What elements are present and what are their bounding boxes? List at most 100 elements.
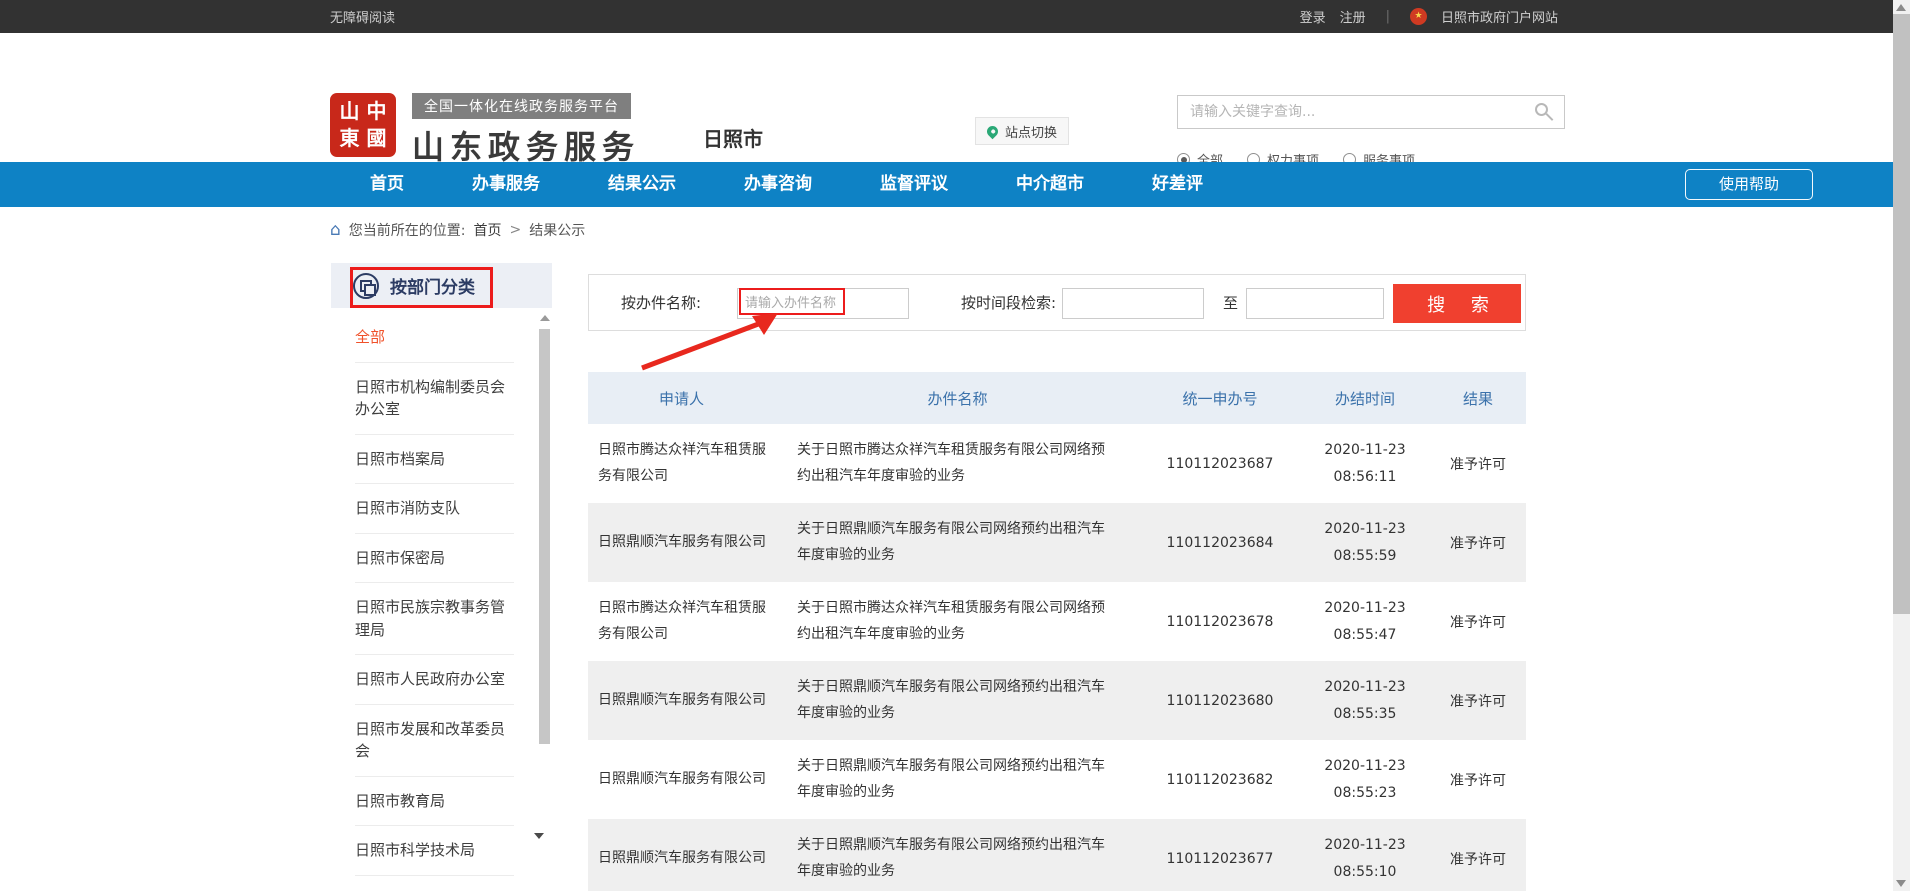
item-name-input[interactable] bbox=[737, 288, 909, 319]
table-header-row: 申请人 办件名称 统一申办号 办结时间 结果 bbox=[588, 372, 1526, 424]
login-link[interactable]: 登录 bbox=[1300, 7, 1326, 26]
nav-item[interactable]: 中介超市 bbox=[982, 162, 1118, 207]
nav-item[interactable]: 好差评 bbox=[1118, 162, 1237, 207]
nav-item[interactable]: 办事咨询 bbox=[710, 162, 846, 207]
home-icon: ⌂ bbox=[330, 222, 341, 239]
nav-item[interactable]: 监督评议 bbox=[846, 162, 982, 207]
cell-finish-time: 2020-11-23 08:55:23 bbox=[1300, 753, 1430, 806]
cell-result: 准予许可 bbox=[1430, 849, 1526, 869]
nav-item[interactable]: 首页 bbox=[336, 162, 438, 207]
cell-serial: 110112023684 bbox=[1140, 535, 1300, 551]
site-switch-button[interactable]: 站点切换 bbox=[975, 117, 1069, 145]
time-filter-label: 按时间段检索: bbox=[961, 275, 1056, 332]
search-button[interactable]: 搜 索 bbox=[1393, 284, 1521, 323]
department-item[interactable]: 日照市机构编制委员会办公室 bbox=[355, 363, 514, 435]
accessibility-link[interactable]: 无障碍阅读 bbox=[330, 7, 395, 26]
cell-result: 准予许可 bbox=[1430, 612, 1526, 632]
date-to-input[interactable] bbox=[1246, 288, 1384, 319]
top-utility-bar: 无障碍阅读 登录 注册 | 日照市政府门户网站 bbox=[0, 0, 1893, 33]
cell-serial: 110112023680 bbox=[1140, 693, 1300, 709]
page: 无障碍阅读 登录 注册 | 日照市政府门户网站 山 中 東 國 全国一体化在线政… bbox=[0, 0, 1910, 891]
cell-serial: 110112023682 bbox=[1140, 772, 1300, 788]
page-scrollbar[interactable] bbox=[1893, 0, 1910, 891]
city-name: 日照市 bbox=[703, 123, 763, 152]
table-row: 日照鼎顺汽车服务有限公司 关于日照鼎顺汽车服务有限公司网络预约出租汽车年度审验的… bbox=[588, 740, 1526, 819]
nav-item[interactable]: 办事服务 bbox=[438, 162, 574, 207]
cell-result: 准予许可 bbox=[1430, 454, 1526, 474]
cell-applicant: 日照市腾达众祥汽车租赁服务有限公司 bbox=[588, 586, 775, 658]
col-item-name: 办件名称 bbox=[775, 388, 1140, 409]
portal-link[interactable]: 日照市政府门户网站 bbox=[1441, 7, 1558, 26]
site-header: 山 中 東 國 全国一体化在线政务服务平台 山东政务服务 日照市 站点切换 全部… bbox=[0, 33, 1893, 162]
cell-item-name: 关于日照鼎顺汽车服务有限公司网络预约出租汽车年度审验的业务 bbox=[775, 823, 1140, 891]
col-serial: 统一申办号 bbox=[1140, 388, 1300, 409]
page-scroll-thumb[interactable] bbox=[1893, 14, 1910, 614]
table-body: 日照市腾达众祥汽车租赁服务有限公司 关于日照市腾达众祥汽车租赁服务有限公司网络预… bbox=[588, 424, 1526, 891]
keyword-search-input[interactable] bbox=[1178, 96, 1564, 128]
topbar-divider: | bbox=[1386, 9, 1390, 24]
result-search-form: 按办件名称: 按时间段检索: 至 搜 索 bbox=[588, 274, 1526, 331]
cell-serial: 110112023677 bbox=[1140, 851, 1300, 867]
scrollbar-up-icon[interactable] bbox=[1896, 4, 1906, 11]
department-item[interactable]: 日照市工业和信息化 bbox=[355, 876, 514, 891]
cell-finish-time: 2020-11-23 08:56:11 bbox=[1300, 437, 1430, 490]
cell-finish-time: 2020-11-23 08:55:35 bbox=[1300, 674, 1430, 727]
platform-tagline: 全国一体化在线政务服务平台 bbox=[412, 93, 631, 119]
national-emblem-icon bbox=[1410, 8, 1427, 25]
department-item[interactable]: 日照市人民政府办公室 bbox=[355, 655, 514, 705]
main-navigation: 首页 办事服务 结果公示 办事咨询 监督评议 中介超市 好差评 bbox=[0, 162, 1893, 207]
shandong-seal-logo: 山 中 東 國 bbox=[330, 93, 396, 157]
department-item[interactable]: 日照市发展和改革委员会 bbox=[355, 705, 514, 777]
table-row: 日照市腾达众祥汽车租赁服务有限公司 关于日照市腾达众祥汽车租赁服务有限公司网络预… bbox=[588, 424, 1526, 503]
scroll-up-icon[interactable] bbox=[540, 315, 550, 321]
location-pin-icon bbox=[985, 123, 1001, 139]
cell-item-name: 关于日照鼎顺汽车服务有限公司网络预约出租汽车年度审验的业务 bbox=[775, 744, 1140, 816]
results-main: 按办件名称: 按时间段检索: 至 搜 索 申请人 办件名称 统一申办号 办结时间… bbox=[588, 274, 1526, 891]
cell-serial: 110112023678 bbox=[1140, 614, 1300, 630]
department-item[interactable]: 日照市科学技术局 bbox=[355, 826, 514, 876]
department-item[interactable]: 日照市档案局 bbox=[355, 435, 514, 485]
department-category-icon bbox=[353, 273, 379, 299]
breadcrumb-separator: > bbox=[510, 222, 522, 238]
register-link[interactable]: 注册 bbox=[1340, 7, 1366, 26]
site-logo: 全国一体化在线政务服务平台 山东政务服务 bbox=[412, 93, 640, 168]
nav-item[interactable]: 结果公示 bbox=[574, 162, 710, 207]
col-finish-time: 办结时间 bbox=[1300, 388, 1430, 409]
department-item[interactable]: 全部 bbox=[355, 313, 514, 363]
cell-item-name: 关于日照市腾达众祥汽车租赁服务有限公司网络预约出租汽车年度审验的业务 bbox=[775, 428, 1140, 500]
breadcrumb-current: 结果公示 bbox=[529, 220, 585, 240]
cell-applicant: 日照鼎顺汽车服务有限公司 bbox=[588, 678, 775, 724]
cell-item-name: 关于日照鼎顺汽车服务有限公司网络预约出租汽车年度审验的业务 bbox=[775, 665, 1140, 737]
table-row: 日照鼎顺汽车服务有限公司 关于日照鼎顺汽车服务有限公司网络预约出租汽车年度审验的… bbox=[588, 819, 1526, 891]
cell-finish-time: 2020-11-23 08:55:47 bbox=[1300, 595, 1430, 648]
help-button[interactable]: 使用帮助 bbox=[1685, 169, 1813, 200]
cell-applicant: 日照鼎顺汽车服务有限公司 bbox=[588, 520, 775, 566]
breadcrumb-home-link[interactable]: 首页 bbox=[474, 220, 502, 240]
results-table: 申请人 办件名称 统一申办号 办结时间 结果 日照市腾达众祥汽车租赁服务有限公司… bbox=[588, 372, 1526, 891]
to-label: 至 bbox=[1223, 275, 1238, 332]
date-from-input[interactable] bbox=[1062, 288, 1204, 319]
department-item[interactable]: 日照市消防支队 bbox=[355, 484, 514, 534]
cell-finish-time: 2020-11-23 08:55:10 bbox=[1300, 832, 1430, 885]
keyword-search-box bbox=[1177, 95, 1565, 129]
cell-item-name: 关于日照鼎顺汽车服务有限公司网络预约出租汽车年度审验的业务 bbox=[775, 507, 1140, 579]
sidebar-scrollbar[interactable] bbox=[539, 315, 550, 875]
sidebar-title: 按部门分类 bbox=[390, 273, 475, 298]
sidebar-scroll-thumb[interactable] bbox=[539, 329, 550, 744]
scrollbar-down-icon[interactable] bbox=[1896, 880, 1906, 887]
department-item[interactable]: 日照市教育局 bbox=[355, 777, 514, 827]
breadcrumb: ⌂ 您当前所在的位置: 首页 > 结果公示 bbox=[330, 218, 585, 242]
table-row: 日照鼎顺汽车服务有限公司 关于日照鼎顺汽车服务有限公司网络预约出租汽车年度审验的… bbox=[588, 661, 1526, 740]
name-filter-label: 按办件名称: bbox=[621, 275, 701, 332]
department-item[interactable]: 日照市民族宗教事务管理局 bbox=[355, 583, 514, 655]
department-item[interactable]: 日照市保密局 bbox=[355, 534, 514, 584]
cell-finish-time: 2020-11-23 08:55:59 bbox=[1300, 516, 1430, 569]
col-applicant: 申请人 bbox=[588, 388, 775, 409]
cell-applicant: 日照鼎顺汽车服务有限公司 bbox=[588, 836, 775, 882]
breadcrumb-prefix: 您当前所在的位置: bbox=[349, 220, 466, 240]
cell-result: 准予许可 bbox=[1430, 691, 1526, 711]
table-row: 日照鼎顺汽车服务有限公司 关于日照鼎顺汽车服务有限公司网络预约出租汽车年度审验的… bbox=[588, 503, 1526, 582]
expand-caret-icon[interactable] bbox=[534, 833, 544, 839]
cell-applicant: 日照鼎顺汽车服务有限公司 bbox=[588, 757, 775, 803]
search-icon[interactable] bbox=[1535, 103, 1548, 116]
